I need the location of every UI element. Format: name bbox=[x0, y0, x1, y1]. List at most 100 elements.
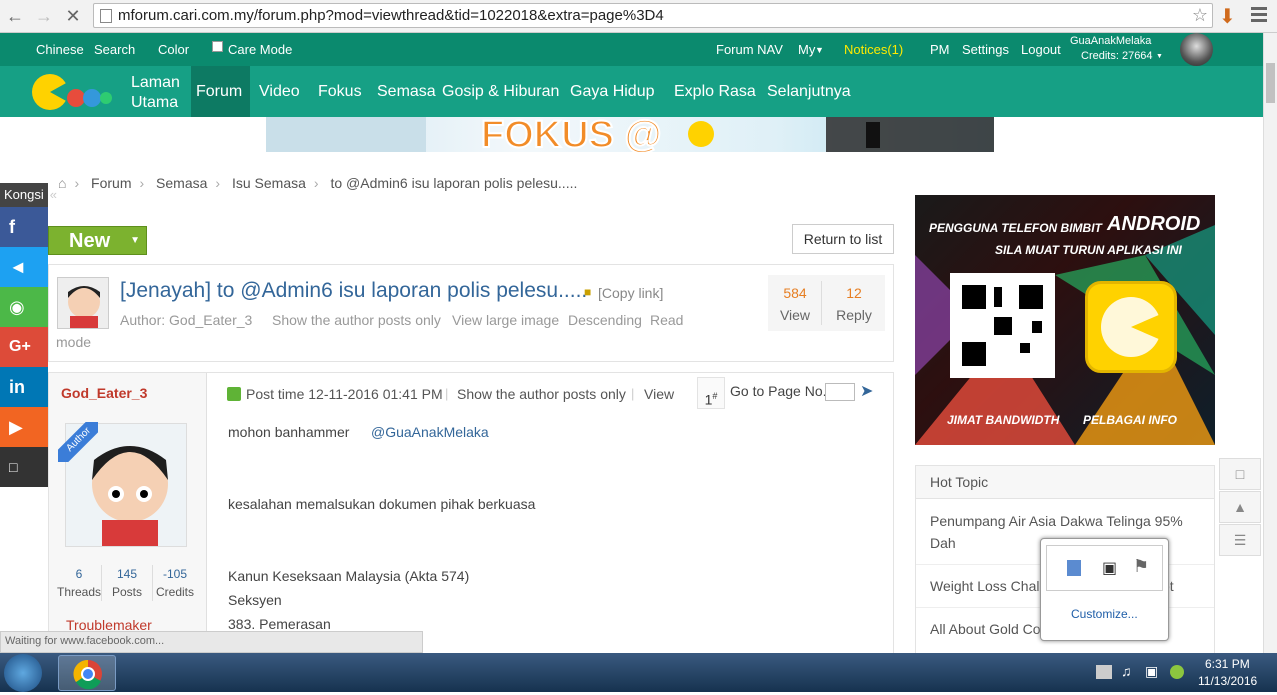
side-tools: □ ▲ ☰ bbox=[1219, 458, 1261, 557]
linkedin-share-icon[interactable]: in bbox=[0, 367, 48, 407]
chrome-taskbar-button[interactable] bbox=[58, 655, 116, 691]
link-color[interactable]: Color bbox=[158, 42, 189, 57]
return-to-list-button[interactable]: Return to list bbox=[792, 224, 894, 254]
nav-fokus[interactable]: Fokus bbox=[318, 83, 362, 101]
page-scrollbar[interactable] bbox=[1263, 33, 1277, 653]
link-logout[interactable]: Logout bbox=[1021, 42, 1061, 57]
tray-app-icon[interactable] bbox=[1170, 665, 1184, 679]
nav-utama[interactable]: Utama bbox=[131, 94, 178, 112]
hot-topic-item-1-cont[interactable]: Dah bbox=[930, 532, 956, 554]
android-app-ad[interactable]: PENGGUNA TELEFON BIMBIT ANDROID SILA MUA… bbox=[915, 195, 1215, 445]
comment-share-icon[interactable]: □ bbox=[0, 447, 48, 487]
url-text: mforum.cari.com.my/forum.php?mod=viewthr… bbox=[118, 7, 664, 24]
care-mode-checkbox[interactable] bbox=[212, 41, 223, 52]
back-icon[interactable]: ← bbox=[4, 6, 26, 26]
reply-label: Reply bbox=[836, 307, 872, 323]
reply-count: 12 bbox=[846, 285, 862, 301]
facebook-share-icon[interactable]: f bbox=[0, 207, 48, 247]
download-icon[interactable]: ⬇ bbox=[1219, 4, 1236, 29]
link-settings[interactable]: Settings bbox=[962, 42, 1009, 57]
ad-line-1: PENGGUNA TELEFON BIMBIT bbox=[929, 221, 1102, 235]
link-notices[interactable]: Notices(1) bbox=[844, 42, 903, 57]
post-show-author[interactable]: Show the author posts only bbox=[457, 386, 626, 402]
breadcrumb-thread[interactable]: to @Admin6 isu laporan polis pelesu..... bbox=[330, 175, 577, 191]
bookmark-star-icon[interactable]: ☆ bbox=[1192, 5, 1208, 26]
care-mode-label: Care Mode bbox=[228, 42, 293, 57]
goto-arrow-icon[interactable]: ➤ bbox=[860, 381, 873, 401]
collapse-icon[interactable]: « bbox=[50, 187, 57, 202]
menu-icon[interactable] bbox=[1251, 7, 1267, 25]
clock-time[interactable]: 6:31 PM bbox=[1205, 657, 1250, 671]
nav-gosip[interactable]: Gosip & Hiburan bbox=[442, 83, 559, 101]
network-icon[interactable]: ▣ bbox=[1145, 663, 1158, 680]
stat-threads[interactable]: 6 Threads bbox=[53, 565, 105, 601]
breadcrumb-semasa[interactable]: Semasa bbox=[156, 175, 207, 191]
hot-topic-title: Hot Topic bbox=[930, 474, 989, 490]
post-time: Post time 12-11-2016 01:41 PM bbox=[246, 386, 443, 402]
copy-link[interactable]: [Copy link] bbox=[598, 285, 663, 301]
customize-link[interactable]: Customize... bbox=[1071, 607, 1138, 621]
stop-icon[interactable]: ✕ bbox=[62, 6, 84, 26]
camera-tray-icon[interactable]: ▣ bbox=[1102, 558, 1117, 578]
nav-gaya-hidup[interactable]: Gaya Hidup bbox=[570, 83, 655, 101]
list-icon[interactable]: ☰ bbox=[1219, 524, 1261, 556]
post-floor[interactable]: 1# bbox=[697, 377, 725, 409]
hot-topic-item-1[interactable]: Penumpang Air Asia Dakwa Telinga 95% bbox=[930, 510, 1183, 532]
flag-tray-icon[interactable]: ⚑ bbox=[1133, 556, 1149, 577]
goto-page-label: Go to Page No. bbox=[730, 383, 827, 399]
breadcrumb-isu-semasa[interactable]: Isu Semasa bbox=[232, 175, 306, 191]
google-plus-share-icon[interactable]: G+ bbox=[0, 327, 48, 367]
hot-topic-item-3[interactable]: All About Gold Co bbox=[930, 618, 1041, 640]
link-pm[interactable]: PM bbox=[930, 42, 950, 57]
address-bar[interactable]: mforum.cari.com.my/forum.php?mod=viewthr… bbox=[93, 3, 1213, 28]
new-thread-button[interactable]: New ▼ bbox=[48, 226, 147, 255]
home-icon[interactable]: ⌂ bbox=[58, 175, 66, 191]
stat-posts[interactable]: 145 Posts bbox=[101, 565, 153, 601]
volume-icon[interactable]: ♫ bbox=[1121, 663, 1132, 679]
wechat-share-icon[interactable]: ◉ bbox=[0, 287, 48, 327]
scrollbar-thumb[interactable] bbox=[1266, 63, 1275, 103]
goto-page-input[interactable] bbox=[825, 383, 855, 401]
descending-link[interactable]: Descending bbox=[568, 312, 642, 328]
stat-credits[interactable]: -105 Credits bbox=[149, 565, 201, 601]
large-image-link[interactable]: View large image bbox=[452, 312, 559, 328]
nav-video[interactable]: Video bbox=[259, 83, 300, 101]
user-avatar[interactable] bbox=[1180, 33, 1213, 66]
show-author-link[interactable]: Show the author posts only bbox=[272, 312, 441, 328]
thread-author[interactable]: Author: God_Eater_3 bbox=[120, 312, 252, 328]
twitter-share-icon[interactable]: ◄ bbox=[0, 247, 48, 287]
feedback-icon[interactable]: □ bbox=[1219, 458, 1261, 490]
read-mode-link[interactable]: Read bbox=[650, 312, 683, 328]
breadcrumb-forum[interactable]: Forum bbox=[91, 175, 131, 191]
post-line-4: Seksyen bbox=[228, 592, 282, 608]
back-to-top-icon[interactable]: ▲ bbox=[1219, 491, 1261, 523]
link-chinese[interactable]: Chinese bbox=[36, 42, 84, 57]
cari-logo[interactable] bbox=[30, 70, 112, 114]
forward-icon[interactable]: → bbox=[33, 6, 55, 26]
share-label: Kongsi « bbox=[0, 183, 57, 207]
link-forum-nav[interactable]: Forum NAV bbox=[716, 42, 783, 57]
nav-forum[interactable]: Forum bbox=[196, 83, 242, 101]
link-search[interactable]: Search bbox=[94, 42, 135, 57]
post-mention[interactable]: @GuaAnakMelaka bbox=[371, 424, 489, 440]
post-username[interactable]: God_Eater_3 bbox=[61, 385, 147, 401]
nav-laman[interactable]: Laman bbox=[131, 74, 180, 92]
nav-explo-rasa[interactable]: Explo Rasa bbox=[674, 83, 756, 101]
hot-topic-item-2[interactable]: Weight Loss Chall bbox=[930, 575, 1043, 597]
credits: Credits: 27664 bbox=[1081, 50, 1153, 62]
ad-bottom-2: PELBAGAI INFO bbox=[1083, 413, 1178, 427]
read-mode-link-cont[interactable]: mode bbox=[56, 334, 91, 350]
qr-code bbox=[950, 273, 1055, 378]
post-view-link[interactable]: View bbox=[644, 386, 674, 402]
username[interactable]: GuaAnakMelaka bbox=[1070, 35, 1151, 47]
clock-date[interactable]: 11/13/2016 bbox=[1198, 674, 1257, 688]
fokus-banner[interactable]: FOKUS @ bbox=[266, 117, 994, 152]
nav-semasa[interactable]: Semasa bbox=[377, 83, 436, 101]
video-share-icon[interactable]: ▶ bbox=[0, 407, 48, 447]
sync-tray-icon[interactable] bbox=[1067, 560, 1081, 576]
show-hidden-icons[interactable] bbox=[1096, 665, 1112, 679]
author-thumb[interactable] bbox=[57, 277, 109, 329]
link-my[interactable]: My bbox=[798, 42, 815, 57]
nav-selanjutnya[interactable]: Selanjutnya bbox=[767, 83, 851, 101]
start-button[interactable] bbox=[4, 654, 42, 692]
